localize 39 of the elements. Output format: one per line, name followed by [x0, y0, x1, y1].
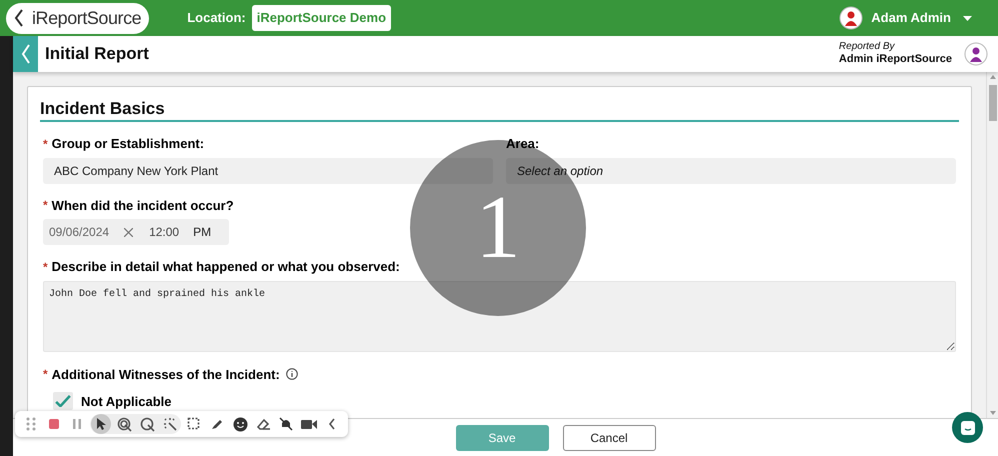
user-avatar — [839, 6, 864, 30]
required-mark: * — [43, 366, 48, 384]
field-label: When did the incident occur? — [52, 196, 234, 214]
page-title: Initial Report — [45, 43, 149, 66]
check-icon — [55, 395, 71, 407]
drag-handle-icon[interactable] — [26, 417, 36, 431]
time-value[interactable]: 12:00 — [149, 223, 180, 241]
reporter-name: Admin iReportSource — [838, 53, 952, 68]
stop-icon[interactable] — [48, 418, 60, 430]
info-icon[interactable] — [286, 368, 298, 380]
video-camera-icon[interactable] — [301, 418, 317, 430]
scrollbar[interactable] — [986, 72, 998, 418]
collapse-icon[interactable] — [328, 418, 336, 430]
field-label: Additional Witnesses of the Incident: — [52, 366, 280, 384]
chat-icon — [960, 420, 974, 434]
field-label: Describe in detail what happened or what you observed: — [52, 258, 400, 276]
section-title: Incident Basics — [40, 99, 959, 122]
scroll-up-icon[interactable] — [990, 75, 996, 79]
user-menu[interactable]: Adam Admin — [871, 8, 972, 28]
scroll-thumb[interactable] — [988, 85, 996, 121]
clear-icon[interactable] — [124, 228, 134, 236]
cancel-button[interactable]: Cancel — [562, 424, 656, 450]
required-mark: * — [43, 258, 48, 276]
logo: iReportSource — [6, 2, 150, 34]
date-value[interactable]: 09/06/2024 — [49, 223, 110, 241]
checkbox[interactable] — [53, 392, 73, 410]
reporter-avatar — [964, 42, 988, 66]
back-icon — [20, 44, 30, 64]
location-label: Location: — [187, 9, 246, 28]
back-button[interactable] — [13, 36, 38, 72]
location-selector[interactable]: iReportSource Demo — [252, 5, 392, 31]
option-label: Not Applicable — [81, 394, 172, 408]
required-mark: * — [43, 197, 48, 214]
caret-icon — [963, 16, 972, 20]
eraser-icon[interactable] — [256, 418, 270, 430]
period-value[interactable]: PM — [193, 223, 212, 241]
reported-by-label: Reported By — [838, 40, 896, 54]
required-mark: * — [43, 136, 48, 153]
field-label: Group or Establishment: — [52, 135, 204, 153]
